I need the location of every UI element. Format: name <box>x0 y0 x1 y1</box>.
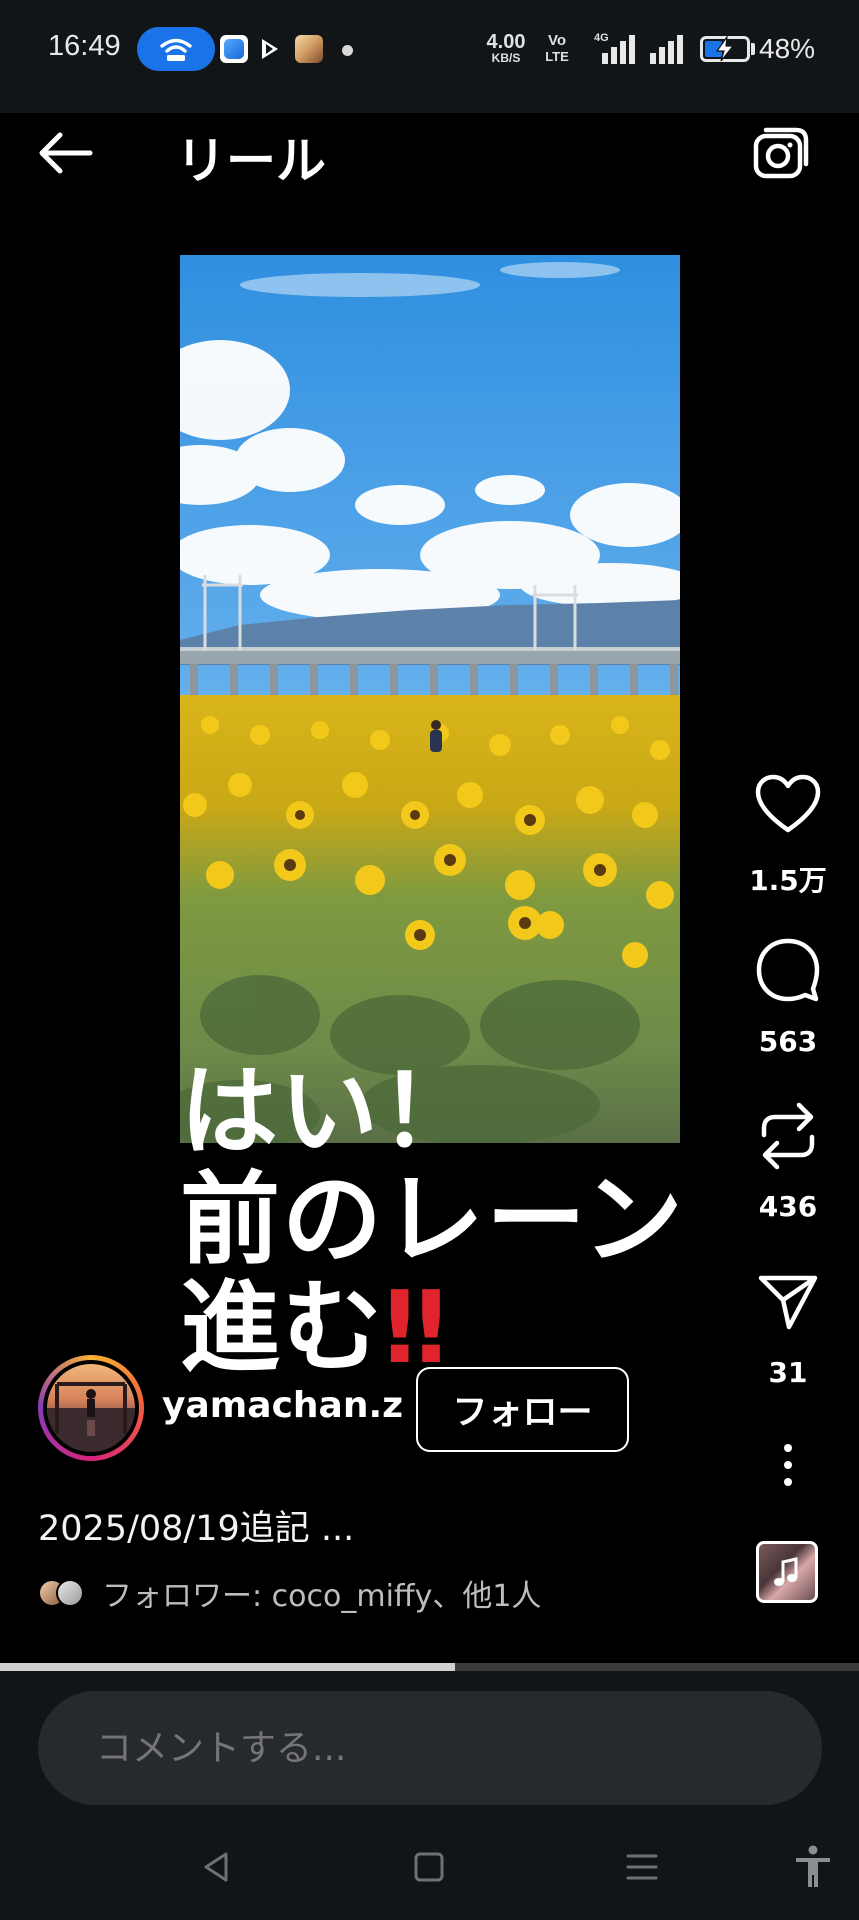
comment-input[interactable] <box>38 1691 822 1805</box>
overlay-line-1: はい！ <box>180 1055 481 1169</box>
volte-bottom: LTE <box>545 49 569 64</box>
overlay-line-3: 進む <box>180 1268 384 1386</box>
battery-icon <box>700 36 750 62</box>
camera-icon <box>753 127 809 179</box>
network-speed-unit: KB/S <box>491 51 521 65</box>
more-vertical-icon <box>784 1444 792 1486</box>
avatar-image <box>47 1364 135 1452</box>
menu-lines-icon <box>626 1854 658 1880</box>
playback-progress-fill <box>0 1663 456 1671</box>
video-frame <box>180 255 680 1143</box>
playback-progress-bar[interactable] <box>0 1663 859 1671</box>
overlay-line-2: 前のレーン <box>180 1160 685 1278</box>
follower-avatar-2 <box>56 1579 84 1607</box>
heart-icon <box>755 774 821 833</box>
video-overlay-caption: はい！ 前のレーン 進む‼ <box>180 1055 740 1382</box>
audio-track-button[interactable] <box>756 1541 818 1603</box>
arrow-left-icon <box>39 132 93 174</box>
repost-count: 436 <box>758 1190 818 1223</box>
share-count: 31 <box>768 1356 808 1389</box>
battery-percent: 48% <box>759 33 816 64</box>
network-speed: 4.00 KB/S <box>480 32 532 64</box>
followed-by-text: フォロワー: coco_miffy、他1人 <box>102 1579 542 1614</box>
notification-app-icon <box>220 35 248 63</box>
network-speed-value: 4.00 <box>486 31 526 53</box>
wifi-share-icon <box>160 38 192 61</box>
triangle-back-icon <box>204 1852 228 1882</box>
avatar-silhouette <box>47 1382 135 1452</box>
author-username[interactable]: yamachan.z <box>162 1385 403 1426</box>
more-notifications-dot <box>342 45 353 56</box>
more-options-button[interactable] <box>748 1425 828 1505</box>
volte-indicator: Vo LTE <box>537 33 577 63</box>
comment-bubble-icon <box>756 938 820 1002</box>
accessibility-icon <box>796 1845 830 1887</box>
battery-cap <box>751 43 755 55</box>
page-title: リール <box>176 132 326 190</box>
like-button[interactable] <box>748 764 828 844</box>
share-button[interactable] <box>748 1262 828 1342</box>
author-avatar[interactable] <box>38 1355 144 1461</box>
game-app-icon <box>295 35 323 63</box>
nav-back-button[interactable] <box>186 1842 246 1892</box>
status-time: 16:49 <box>48 30 121 62</box>
volte-top: Vo <box>547 32 567 49</box>
back-button[interactable] <box>36 128 96 178</box>
accessibility-button[interactable] <box>783 1842 843 1892</box>
follow-button[interactable]: フォロー <box>416 1367 629 1452</box>
hotspot-indicator <box>137 27 215 71</box>
comment-button[interactable] <box>748 930 828 1010</box>
comment-count: 563 <box>758 1025 818 1058</box>
repost-icon <box>761 1102 815 1170</box>
signal-strength-2-icon <box>650 35 683 64</box>
signal-strength-icon <box>602 35 635 64</box>
music-note-icon <box>774 1557 798 1586</box>
post-caption[interactable]: 2025/08/19追記 ... <box>38 1500 354 1551</box>
repost-button[interactable] <box>748 1096 828 1176</box>
reel-video[interactable] <box>180 255 680 1143</box>
like-count: 1.5万 <box>749 864 827 897</box>
paper-plane-icon <box>758 1275 818 1330</box>
nav-recents-button[interactable] <box>612 1842 672 1892</box>
camera-button[interactable] <box>752 126 810 182</box>
nav-home-button[interactable] <box>399 1842 459 1892</box>
followed-by-row[interactable]: フォロワー: coco_miffy、他1人 <box>38 1573 542 1614</box>
square-home-icon <box>414 1852 444 1882</box>
charging-bolt-icon <box>715 36 735 62</box>
overlay-line-3-wrap: 進む‼ <box>180 1273 740 1382</box>
play-app-icon <box>258 35 282 63</box>
